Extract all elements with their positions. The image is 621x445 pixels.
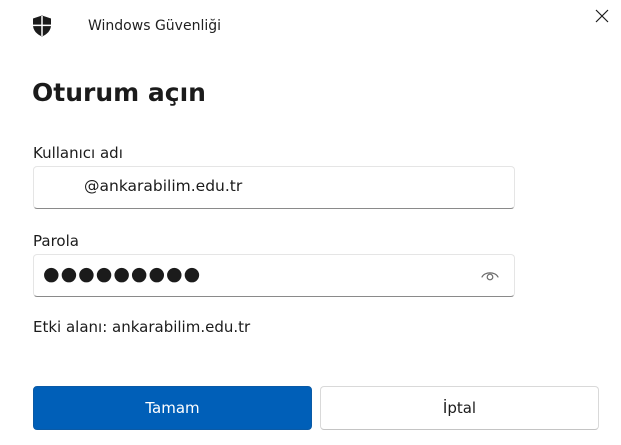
dialog-heading: Oturum açın — [32, 78, 206, 107]
password-value: ●●●●●●●●● — [43, 263, 202, 285]
cancel-button-label: İptal — [442, 399, 477, 417]
close-button[interactable] — [588, 4, 616, 30]
close-icon — [595, 8, 609, 27]
window-title: Windows Güvenliği — [88, 18, 221, 34]
ok-button-label: Tamam — [145, 399, 200, 417]
username-field[interactable]: @ankarabilim.edu.tr — [33, 166, 515, 209]
ok-button[interactable]: Tamam — [33, 386, 312, 430]
domain-info: Etki alanı: ankarabilim.edu.tr — [33, 318, 251, 336]
shield-icon — [32, 15, 52, 37]
username-value: @ankarabilim.edu.tr — [84, 177, 243, 195]
title-bar: Windows Güvenliği — [0, 0, 621, 56]
cancel-button[interactable]: İptal — [320, 386, 599, 430]
password-label: Parola — [33, 232, 79, 250]
username-label: Kullanıcı adı — [33, 144, 123, 162]
eye-icon — [480, 267, 500, 286]
password-field[interactable]: ●●●●●●●●● — [33, 254, 515, 297]
reveal-password-button[interactable] — [478, 267, 502, 285]
